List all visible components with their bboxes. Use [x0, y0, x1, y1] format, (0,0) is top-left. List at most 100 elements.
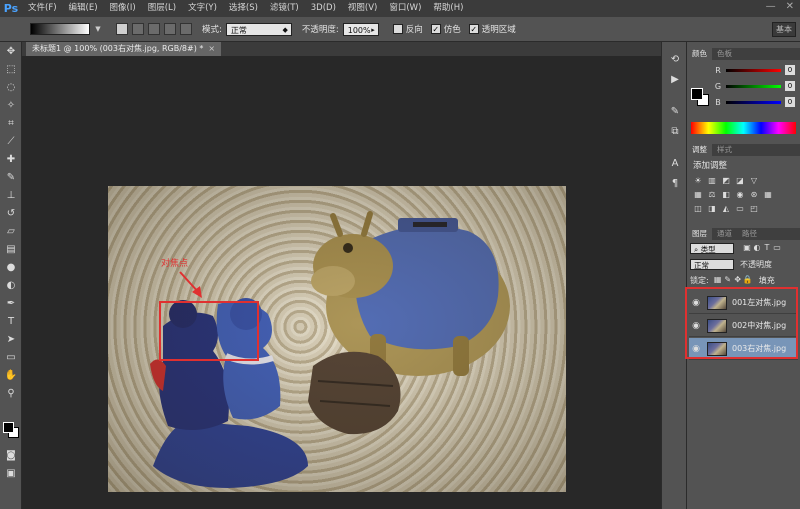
menu-type[interactable]: 文字(Y) — [182, 0, 223, 17]
document-canvas-photo[interactable]: 对焦点 — [108, 186, 566, 492]
menu-image[interactable]: 图像(I) — [104, 0, 142, 17]
tab-swatches[interactable]: 色板 — [712, 48, 737, 60]
blue-slider[interactable] — [726, 100, 781, 104]
gradient-tool-icon[interactable]: ▤ — [0, 240, 22, 258]
blur-tool-icon[interactable]: ● — [0, 258, 22, 276]
channel-mixer-icon[interactable]: ⊛ — [749, 190, 759, 200]
tab-styles[interactable]: 样式 — [712, 144, 737, 156]
brush-tool-icon[interactable]: ✎ — [0, 168, 22, 186]
canvas-area[interactable]: 对焦点 — [22, 56, 661, 509]
levels-icon[interactable]: ▥ — [707, 176, 717, 186]
reverse-checkbox[interactable] — [392, 24, 403, 34]
lock-image-icon[interactable]: ✎ — [723, 275, 733, 285]
menu-select[interactable]: 选择(S) — [223, 0, 264, 17]
rectangle-tool-icon[interactable]: ▭ — [0, 348, 22, 366]
tab-channels[interactable]: 通道 — [712, 228, 737, 240]
diamond-gradient-button[interactable] — [180, 23, 192, 35]
brush-presets-icon[interactable]: ✎ — [662, 102, 688, 122]
healing-brush-tool-icon[interactable]: ✚ — [0, 150, 22, 168]
gradient-preview[interactable] — [30, 23, 90, 35]
blend-mode-select[interactable]: 正常 — [690, 258, 734, 270]
blue-value[interactable]: 0 — [785, 97, 795, 107]
color-lookup-icon[interactable]: ▦ — [763, 190, 773, 200]
color-balance-icon[interactable]: ⚖ — [707, 190, 717, 200]
menu-filter[interactable]: 滤镜(T) — [264, 0, 305, 17]
close-window-button[interactable]: ✕ — [786, 1, 794, 12]
workspace-button[interactable]: 基本 — [772, 22, 796, 37]
lasso-tool-icon[interactable]: ◌ — [0, 78, 22, 96]
filter-shape-icon[interactable]: ▭ — [772, 243, 782, 253]
history-icon[interactable]: ⟲ — [662, 50, 688, 70]
eyedropper-tool-icon[interactable]: ⟋ — [0, 132, 22, 150]
tab-adjustments[interactable]: 调整 — [687, 144, 712, 156]
opacity-input[interactable]: 100% ▸ — [342, 22, 379, 36]
close-icon[interactable]: × — [208, 44, 215, 53]
brightness-icon[interactable]: ☀ — [693, 176, 703, 186]
transparency-checkbox[interactable]: ✓ — [468, 24, 479, 34]
marquee-tool-icon[interactable]: ⬚ — [0, 60, 22, 78]
menu-edit[interactable]: 编辑(E) — [63, 0, 104, 17]
curves-icon[interactable]: ◩ — [721, 176, 731, 186]
selective-color-icon[interactable]: ◰ — [749, 204, 759, 214]
clone-source-icon[interactable]: ⧉ — [662, 122, 688, 142]
exposure-icon[interactable]: ◪ — [735, 176, 745, 186]
lock-transparent-icon[interactable]: ▦ — [713, 275, 723, 285]
filter-type-icon[interactable]: T — [762, 243, 772, 253]
crop-tool-icon[interactable]: ⌗ — [0, 114, 22, 132]
red-value[interactable]: 0 — [785, 65, 795, 75]
linear-gradient-button[interactable] — [116, 23, 128, 35]
history-brush-tool-icon[interactable]: ↺ — [0, 204, 22, 222]
lock-position-icon[interactable]: ✥ — [733, 275, 743, 285]
chevron-down-icon[interactable]: ▼ — [92, 23, 104, 35]
screen-mode-icon[interactable]: ▣ — [0, 464, 22, 482]
threshold-icon[interactable]: ◭ — [721, 204, 731, 214]
filter-pixel-icon[interactable]: ▣ — [742, 243, 752, 253]
clone-stamp-tool-icon[interactable]: ⊥ — [0, 186, 22, 204]
type-tool-icon[interactable]: T — [0, 312, 22, 330]
red-slider[interactable] — [726, 68, 781, 72]
tab-color[interactable]: 颜色 — [687, 48, 712, 60]
gradient-map-icon[interactable]: ▭ — [735, 204, 745, 214]
green-slider[interactable] — [726, 84, 781, 88]
menu-3d[interactable]: 3D(D) — [305, 0, 342, 17]
menu-layer[interactable]: 图层(L) — [142, 0, 182, 17]
document-tab[interactable]: 未标题1 @ 100% (003右对焦.jpg, RGB/8#) * × — [26, 42, 222, 56]
quick-mask-icon[interactable]: ◙ — [0, 446, 22, 464]
green-value[interactable]: 0 — [785, 81, 795, 91]
invert-icon[interactable]: ◫ — [693, 204, 703, 214]
mode-select[interactable]: 正常 ◆ — [225, 22, 292, 36]
lock-all-icon[interactable]: 🔒 — [743, 275, 753, 285]
zoom-tool-icon[interactable]: ⚲ — [0, 384, 22, 402]
menu-window[interactable]: 窗口(W) — [383, 0, 427, 17]
radial-gradient-button[interactable] — [132, 23, 144, 35]
angle-gradient-button[interactable] — [148, 23, 160, 35]
menu-help[interactable]: 帮助(H) — [427, 0, 469, 17]
menu-file[interactable]: 文件(F) — [22, 0, 63, 17]
character-icon[interactable]: A — [662, 154, 688, 174]
filter-adjust-icon[interactable]: ◐ — [752, 243, 762, 253]
pen-tool-icon[interactable]: ✒ — [0, 294, 22, 312]
paragraph-icon[interactable]: ¶ — [662, 174, 688, 194]
photo-filter-icon[interactable]: ◉ — [735, 190, 745, 200]
eraser-tool-icon[interactable]: ▱ — [0, 222, 22, 240]
path-selection-tool-icon[interactable]: ➤ — [0, 330, 22, 348]
reflected-gradient-button[interactable] — [164, 23, 176, 35]
dodge-tool-icon[interactable]: ◐ — [0, 276, 22, 294]
foreground-color-swatch[interactable] — [3, 422, 14, 433]
posterize-icon[interactable]: ◨ — [707, 204, 717, 214]
color-spectrum[interactable] — [691, 122, 796, 134]
tab-paths[interactable]: 路径 — [737, 228, 762, 240]
minimize-button[interactable]: — — [766, 1, 776, 12]
menu-view[interactable]: 视图(V) — [342, 0, 383, 17]
black-white-icon[interactable]: ◧ — [721, 190, 731, 200]
magic-wand-tool-icon[interactable]: ✧ — [0, 96, 22, 114]
vibrance-icon[interactable]: ▽ — [749, 176, 759, 186]
foreground-color[interactable] — [691, 88, 703, 100]
move-tool-icon[interactable]: ✥ — [0, 42, 22, 60]
hue-saturation-icon[interactable]: ▦ — [693, 190, 703, 200]
tab-layers[interactable]: 图层 — [687, 228, 712, 240]
layer-filter-select[interactable]: ⌕ 类型 — [690, 242, 734, 254]
dither-checkbox[interactable]: ✓ — [430, 24, 441, 34]
actions-icon[interactable]: ▶ — [662, 70, 688, 90]
hand-tool-icon[interactable]: ✋ — [0, 366, 22, 384]
